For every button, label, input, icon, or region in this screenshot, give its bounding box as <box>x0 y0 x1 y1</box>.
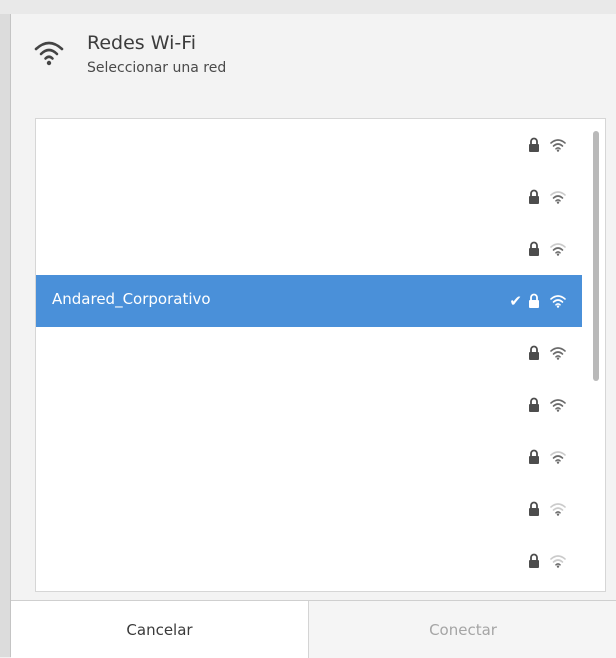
dialog-footer: Cancelar Conectar <box>11 600 616 658</box>
network-status-icons <box>528 448 566 466</box>
lock-icon <box>529 189 539 204</box>
network-row[interactable] <box>36 119 582 171</box>
lock-icon <box>529 137 539 152</box>
network-status-icons <box>528 240 566 258</box>
network-status-icons <box>528 552 566 570</box>
lock-icon <box>529 293 539 308</box>
network-row[interactable] <box>36 171 582 223</box>
scrollbar[interactable] <box>593 131 599 381</box>
wifi-signal-icon <box>550 451 566 464</box>
wifi-signal-icon <box>550 503 566 516</box>
network-status-icons <box>528 344 566 362</box>
network-row[interactable] <box>36 431 582 483</box>
lock-icon <box>529 345 539 360</box>
lock-icon <box>529 241 539 256</box>
wifi-signal-icon <box>550 555 566 568</box>
network-status-icons <box>528 396 566 414</box>
dialog-title: Redes Wi-Fi <box>87 32 197 54</box>
network-row[interactable] <box>36 327 582 379</box>
network-status-icons <box>528 500 566 518</box>
lock-icon <box>529 501 539 516</box>
network-status-icons: ✔ <box>509 292 566 310</box>
wifi-signal-icon <box>550 191 566 204</box>
network-row[interactable] <box>36 483 582 535</box>
network-row[interactable] <box>36 379 582 431</box>
network-list[interactable]: Andared_Corporativo ✔ <box>35 118 606 592</box>
network-status-icons <box>528 136 566 154</box>
lock-icon <box>529 449 539 464</box>
network-row[interactable]: Andared_Corporativo ✔ <box>36 275 582 327</box>
connect-button[interactable]: Conectar <box>309 601 616 658</box>
wifi-signal-icon <box>550 347 566 360</box>
network-row[interactable] <box>36 223 582 275</box>
lock-icon <box>529 397 539 412</box>
wifi-signal-icon <box>550 139 566 152</box>
background-window-left <box>0 14 10 657</box>
wifi-signal-icon <box>550 295 566 308</box>
wifi-signal-icon <box>550 399 566 412</box>
dialog-subtitle: Seleccionar una red <box>87 60 227 76</box>
wifi-icon <box>34 41 64 66</box>
check-icon: ✔ <box>509 292 522 310</box>
network-name: Andared_Corporativo <box>52 290 211 308</box>
wifi-dialog: Redes Wi-Fi Seleccionar una red Andared_… <box>10 14 616 658</box>
wifi-signal-icon <box>550 243 566 256</box>
lock-icon <box>529 553 539 568</box>
background-window-edge <box>0 0 616 15</box>
network-status-icons <box>528 188 566 206</box>
cancel-button[interactable]: Cancelar <box>11 601 309 658</box>
network-row[interactable] <box>36 535 582 587</box>
